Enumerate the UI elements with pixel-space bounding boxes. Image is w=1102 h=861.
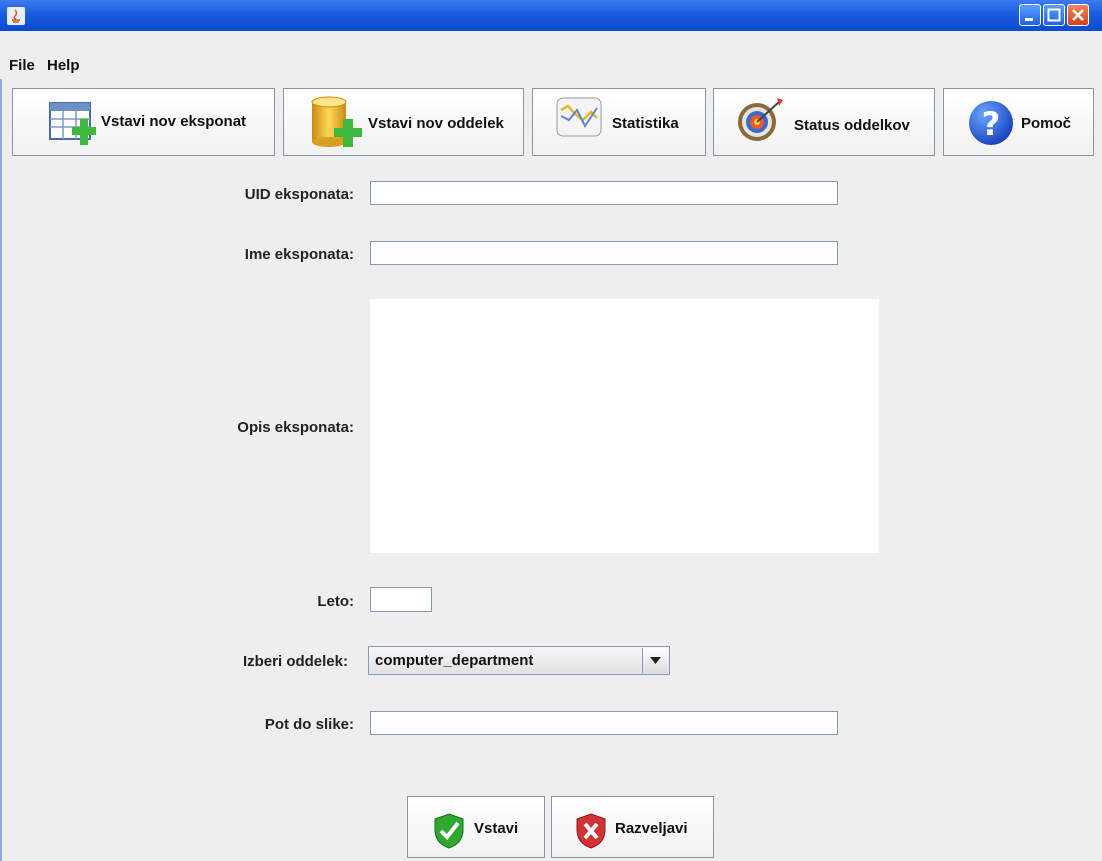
insert-department-label: Vstavi nov oddelek (368, 115, 504, 132)
department-select[interactable]: computer_department (368, 646, 670, 675)
dropdown-arrow[interactable] (642, 648, 668, 673)
department-selected-value: computer_department (375, 652, 534, 669)
window-border (0, 31, 2, 861)
insert-exhibit-button[interactable]: Vstavi nov eksponat (12, 88, 275, 156)
help-label: Pomoč (1021, 115, 1072, 132)
department-status-button[interactable]: Status oddelkov (713, 88, 935, 156)
cancel-label: Razveljavi (615, 820, 688, 837)
description-textarea[interactable] (370, 299, 879, 553)
statistics-label: Statistika (612, 115, 679, 132)
help-button[interactable]: ? Pomoč (943, 88, 1094, 156)
close-button[interactable] (1067, 4, 1089, 26)
insert-button[interactable]: Vstavi (407, 796, 545, 858)
insert-department-button[interactable]: Vstavi nov oddelek (283, 88, 524, 156)
svg-text:?: ? (982, 105, 1001, 143)
name-input[interactable] (370, 241, 838, 265)
java-app-icon (7, 7, 25, 25)
insert-exhibit-label: Vstavi nov eksponat (101, 113, 247, 130)
menu-help[interactable]: Help (47, 57, 80, 74)
minimize-icon (1025, 18, 1033, 21)
image-path-input[interactable] (370, 711, 838, 735)
year-input[interactable] (370, 587, 432, 612)
image-path-label: Pot do slike: (264, 716, 354, 733)
maximize-button[interactable] (1043, 4, 1065, 26)
insert-label: Vstavi (474, 820, 519, 837)
cancel-button[interactable]: Razveljavi (551, 796, 714, 858)
window-titlebar (0, 0, 1102, 32)
chart-icon (556, 97, 602, 137)
shield-check-icon (434, 813, 464, 849)
close-icon (1072, 9, 1084, 21)
description-label: Opis eksponata: (237, 419, 354, 436)
uid-input[interactable] (370, 181, 838, 205)
uid-label: UID eksponata: (244, 186, 354, 203)
department-label: Izberi oddelek: (242, 653, 348, 670)
name-label: Ime eksponata: (244, 246, 354, 263)
table-add-icon (49, 102, 96, 145)
department-status-label: Status oddelkov (794, 117, 910, 134)
help-icon: ? (969, 101, 1013, 145)
database-add-icon (311, 96, 362, 147)
shield-x-icon (576, 813, 606, 849)
menu-file[interactable]: File (9, 57, 35, 74)
target-icon (738, 98, 783, 141)
maximize-icon (1047, 8, 1061, 22)
statistics-button[interactable]: Statistika (532, 88, 706, 156)
year-label: Leto: (317, 593, 354, 610)
chevron-down-icon (650, 657, 661, 664)
minimize-button[interactable] (1019, 4, 1041, 26)
menubar (0, 31, 1102, 79)
